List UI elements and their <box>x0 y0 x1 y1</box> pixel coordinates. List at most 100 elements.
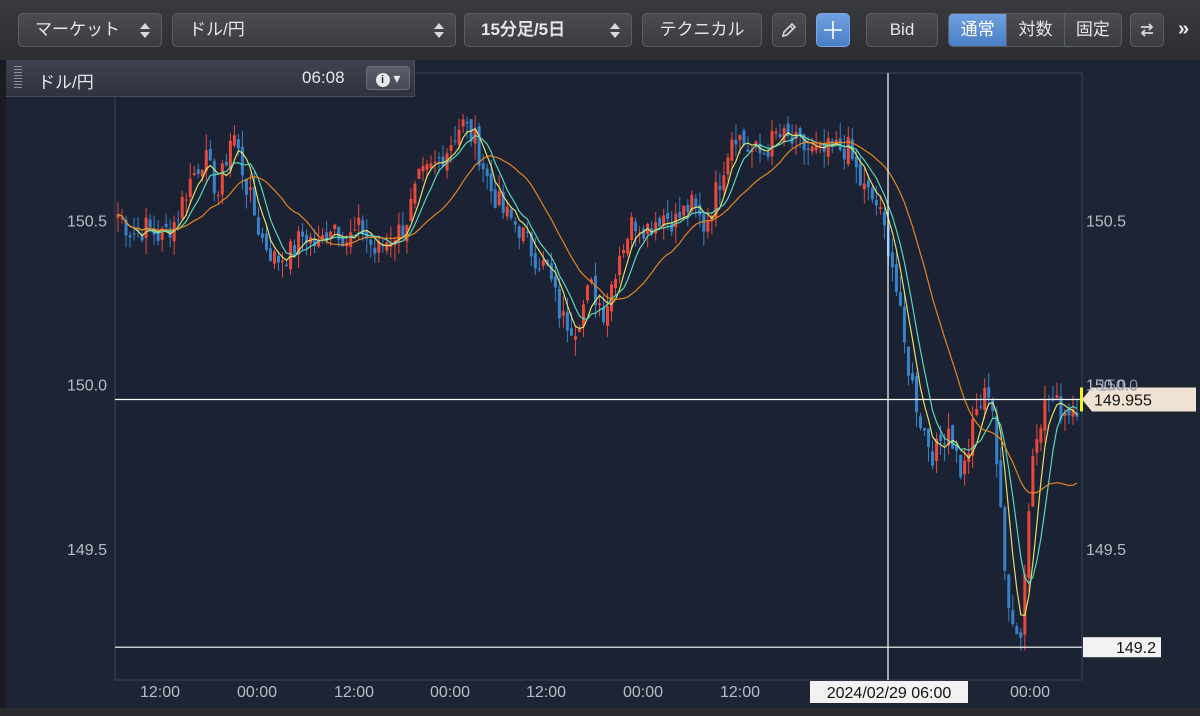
candle-body <box>521 227 525 242</box>
candle-body <box>858 163 862 186</box>
info-menu-button[interactable]: i ▾ <box>366 66 410 90</box>
candle-body <box>180 197 184 219</box>
candle-body <box>541 259 545 266</box>
candle-body <box>634 221 638 232</box>
candle-body <box>722 175 726 191</box>
candle-body <box>461 119 465 127</box>
candle-body <box>742 130 746 145</box>
x-tick-label: 00:00 <box>237 684 277 701</box>
candle-body <box>1023 573 1027 635</box>
drag-grip-icon[interactable] <box>14 66 22 90</box>
candle-body <box>577 328 581 332</box>
candle-body <box>244 178 248 195</box>
candle-body <box>573 336 577 340</box>
candle-body <box>553 276 557 288</box>
candle-body <box>846 136 850 165</box>
candle-body <box>132 233 136 235</box>
candle-body <box>289 241 293 270</box>
candle-body <box>598 303 602 306</box>
candle-body <box>1027 511 1031 578</box>
candle-body <box>854 156 858 168</box>
candle-body <box>293 245 297 254</box>
y-tick-label-right: 149.5 <box>1086 542 1126 559</box>
candle-body <box>164 223 168 227</box>
candle-body <box>1015 626 1019 635</box>
candle-body <box>437 157 441 159</box>
candle-body <box>513 221 517 225</box>
candle-body <box>762 153 766 155</box>
candle-body <box>1055 395 1059 398</box>
candle-body <box>718 185 722 190</box>
candle-body <box>509 209 513 218</box>
candle-body <box>898 292 902 307</box>
candle-body <box>565 312 569 331</box>
candle-body <box>128 235 132 238</box>
candle-body <box>726 157 730 175</box>
candle-body <box>268 248 272 262</box>
candle-body <box>618 255 622 276</box>
candle-body <box>927 428 931 448</box>
candle-body <box>220 163 224 195</box>
candle-body <box>746 149 750 152</box>
candle-body <box>939 434 943 442</box>
price-marker <box>1080 387 1083 412</box>
candle-body <box>842 148 846 160</box>
candle-body <box>148 219 152 228</box>
candle-body <box>453 140 457 142</box>
candle-body <box>264 233 268 251</box>
candle-body <box>493 189 497 208</box>
candle-body <box>890 252 894 268</box>
candle-body <box>826 138 830 157</box>
candle-body <box>1007 574 1011 608</box>
candle-body <box>975 408 979 416</box>
price-chart[interactable]: 149.955 149.2 2024/02/29 06:00 150.0 150.5 1… <box>0 0 1200 716</box>
candle-body <box>272 251 276 264</box>
candle-body <box>212 160 216 194</box>
candle-body <box>1003 507 1007 571</box>
x-tick-label: 12:00 <box>526 684 566 701</box>
plot-border <box>114 72 1083 681</box>
candle-body <box>730 139 734 161</box>
candle-body <box>281 260 285 263</box>
candle-body <box>260 233 264 238</box>
candle-body <box>1011 610 1015 625</box>
candle-body <box>421 166 425 172</box>
candle-body <box>497 191 501 206</box>
candle-body <box>902 306 906 343</box>
candle-body <box>248 187 252 190</box>
candle-body <box>878 207 882 209</box>
candle-body <box>923 427 927 431</box>
candle-body <box>870 187 874 200</box>
candle-body <box>557 288 561 319</box>
candle-body <box>606 306 610 326</box>
candle-body <box>963 460 967 475</box>
candle-body <box>734 139 738 145</box>
chart-info-panel: ドル/円 06:08 i ▾ <box>6 60 415 97</box>
candle-body <box>951 425 955 449</box>
low-price-label: 149.2 <box>1116 640 1156 657</box>
candle-body <box>457 129 461 145</box>
candle-body <box>256 217 260 235</box>
candle-body <box>806 148 810 150</box>
candle-body <box>979 406 983 408</box>
candle-body <box>778 133 782 138</box>
candle-body <box>525 231 529 233</box>
candle-body <box>1039 428 1043 443</box>
candle-body <box>353 229 357 231</box>
candle-body <box>208 148 212 161</box>
candle-body <box>285 264 289 266</box>
candle-body <box>240 146 244 176</box>
candle-body <box>770 130 774 157</box>
candle-body <box>987 387 991 398</box>
candle-body <box>686 204 690 212</box>
candle-body <box>569 328 573 336</box>
candle-body <box>614 278 618 289</box>
x-tick-label: 12:00 <box>720 684 760 701</box>
candle-body <box>349 232 353 247</box>
candle-body <box>658 218 662 227</box>
x-tick-label: 12:00 <box>140 684 180 701</box>
x-tick-label: 12:00 <box>334 684 374 701</box>
candle-body <box>533 252 537 269</box>
candle-body <box>357 217 361 225</box>
candle-body <box>810 146 814 152</box>
